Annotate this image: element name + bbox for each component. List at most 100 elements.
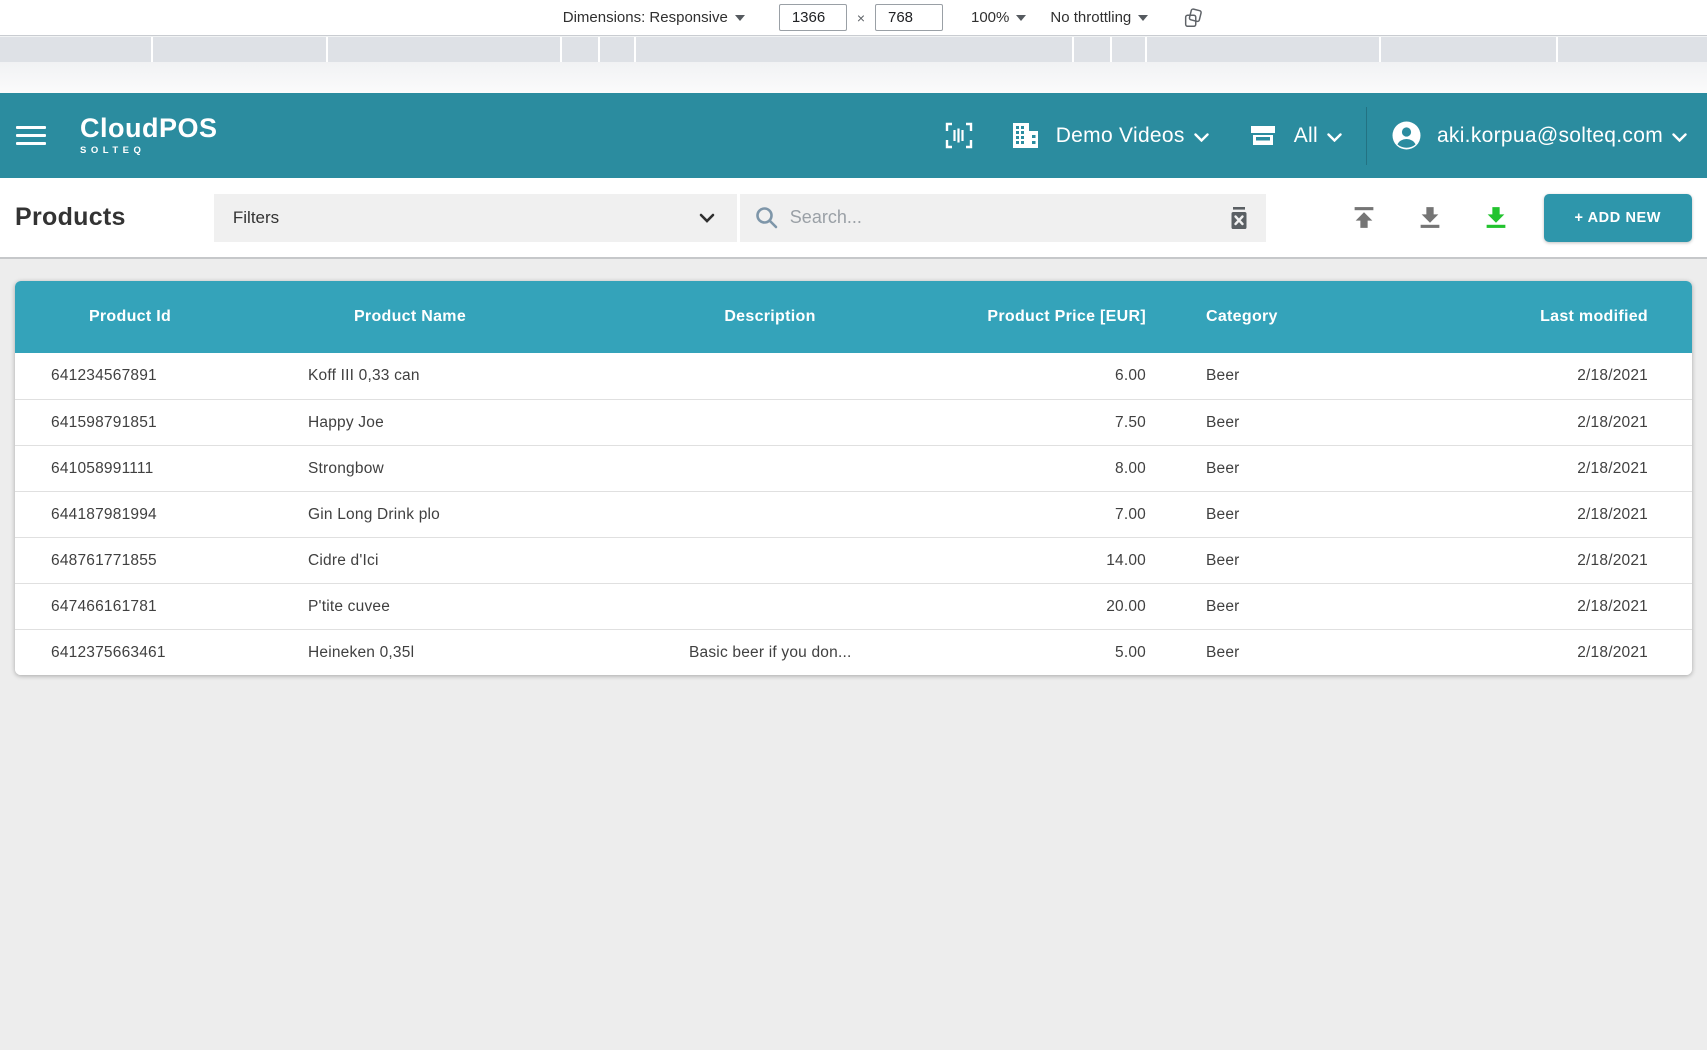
- viewport-width-input[interactable]: [779, 4, 847, 31]
- cell-price: 7.50: [965, 414, 1165, 432]
- cell-product-id: 648761771855: [15, 552, 245, 570]
- cell-product-name: Koff III 0,33 can: [245, 367, 575, 385]
- cell-last-modified: 2/18/2021: [1335, 506, 1692, 524]
- dimensions-label: Dimensions: Responsive: [563, 9, 728, 26]
- table-row[interactable]: 641234567891Koff III 0,33 can 6.00Beer2/1…: [15, 353, 1692, 399]
- user-account-dropdown[interactable]: aki.korpua@solteq.com: [1437, 124, 1687, 148]
- column-header-description[interactable]: Description: [575, 308, 965, 326]
- cell-product-id: 647466161781: [15, 598, 245, 616]
- cell-product-id: 641598791851: [15, 414, 245, 432]
- search-box: [740, 194, 1266, 242]
- cell-category: Beer: [1165, 414, 1335, 432]
- cell-last-modified: 2/18/2021: [1335, 598, 1692, 616]
- table-row[interactable]: 641598791851Happy Joe 7.50Beer2/18/2021: [15, 399, 1692, 445]
- cell-last-modified: 2/18/2021: [1335, 552, 1692, 570]
- table-row[interactable]: 6412375663461Heineken 0,35lBasic beer if…: [15, 629, 1692, 675]
- store-group-label: Demo Videos: [1056, 124, 1185, 148]
- storefront-icon[interactable]: [1249, 123, 1277, 148]
- header-divider: [1366, 107, 1367, 165]
- table-row[interactable]: 647466161781P'tite cuvee 20.00Beer2/18/20…: [15, 583, 1692, 629]
- column-header-category[interactable]: Category: [1165, 308, 1335, 326]
- user-avatar-icon[interactable]: [1391, 120, 1422, 151]
- dimensions-dropdown[interactable]: Dimensions: Responsive: [563, 9, 745, 26]
- cell-category: Beer: [1165, 644, 1335, 662]
- throttling-label: No throttling: [1050, 9, 1131, 26]
- chevron-down-icon: [699, 213, 715, 223]
- store-filter-dropdown[interactable]: All: [1294, 124, 1342, 148]
- chevron-down-icon: [1194, 133, 1209, 142]
- zoom-label: 100%: [971, 9, 1009, 26]
- cell-category: Beer: [1165, 552, 1335, 570]
- barcode-scanner-icon[interactable]: [944, 122, 974, 149]
- rotate-viewport-icon[interactable]: [1182, 7, 1204, 29]
- cell-product-id: 641234567891: [15, 367, 245, 385]
- filters-dropdown[interactable]: Filters: [214, 194, 737, 242]
- import-upload-icon[interactable]: [1351, 205, 1377, 230]
- caret-down-icon: [1016, 15, 1026, 21]
- cell-product-name: Cidre d'Ici: [245, 552, 575, 570]
- cell-product-name: Strongbow: [245, 460, 575, 478]
- cell-product-id: 644187981994: [15, 506, 245, 524]
- column-header-product-name[interactable]: Product Name: [245, 308, 575, 326]
- content-area: Product Id Product Name Description Prod…: [0, 259, 1707, 1050]
- brand-subtitle: SOLTEQ: [80, 146, 218, 156]
- devtools-ruler-strip: [0, 36, 1707, 62]
- table-body: 641234567891Koff III 0,33 can6.00Beer2/1…: [15, 353, 1692, 675]
- viewport-height-input[interactable]: [875, 4, 943, 31]
- column-header-price[interactable]: Product Price [EUR]: [965, 308, 1165, 326]
- user-email: aki.korpua@solteq.com: [1437, 124, 1663, 148]
- brand-logo: CloudPOS SOLTEQ: [80, 115, 218, 156]
- cell-category: Beer: [1165, 460, 1335, 478]
- page-title: Products: [15, 203, 214, 232]
- chevron-down-icon: [1672, 133, 1687, 142]
- cell-price: 6.00: [965, 367, 1165, 385]
- search-icon: [754, 205, 779, 230]
- cell-last-modified: 2/18/2021: [1335, 414, 1692, 432]
- column-header-last-modified[interactable]: Last modified: [1335, 308, 1692, 326]
- cell-description: Basic beer if you don...: [575, 644, 965, 662]
- cell-product-name: Gin Long Drink plo: [245, 506, 575, 524]
- store-filter-label: All: [1294, 124, 1318, 148]
- cell-category: Beer: [1165, 598, 1335, 616]
- add-new-button[interactable]: + ADD NEW: [1544, 194, 1692, 242]
- products-table: Product Id Product Name Description Prod…: [15, 281, 1692, 675]
- cell-last-modified: 2/18/2021: [1335, 644, 1692, 662]
- chevron-down-icon: [1327, 133, 1342, 142]
- cell-product-name: Heineken 0,35l: [245, 644, 575, 662]
- table-row[interactable]: 644187981994Gin Long Drink plo 7.00Beer2/…: [15, 491, 1692, 537]
- cell-price: 14.00: [965, 552, 1165, 570]
- export-download-icon[interactable]: [1417, 205, 1443, 230]
- cell-product-name: Happy Joe: [245, 414, 575, 432]
- products-toolbar: Products Filters: [0, 178, 1707, 259]
- caret-down-icon: [1138, 15, 1148, 21]
- cell-last-modified: 2/18/2021: [1335, 460, 1692, 478]
- table-row[interactable]: 641058991111Strongbow 8.00Beer2/18/2021: [15, 445, 1692, 491]
- cell-price: 8.00: [965, 460, 1165, 478]
- download-template-icon[interactable]: [1483, 205, 1509, 230]
- column-header-product-id[interactable]: Product Id: [15, 308, 245, 326]
- devtools-toolbar: Dimensions: Responsive × 100% No throttl…: [0, 0, 1707, 36]
- app-header: CloudPOS SOLTEQ: [0, 93, 1707, 178]
- cell-product-id: 641058991111: [15, 460, 245, 478]
- zoom-dropdown[interactable]: 100%: [971, 9, 1026, 26]
- table-header-row: Product Id Product Name Description Prod…: [15, 281, 1692, 353]
- cell-price: 20.00: [965, 598, 1165, 616]
- dimensions-separator: ×: [857, 10, 865, 26]
- search-input[interactable]: [790, 207, 1217, 228]
- cell-category: Beer: [1165, 367, 1335, 385]
- cell-category: Beer: [1165, 506, 1335, 524]
- brand-title: CloudPOS: [80, 115, 218, 142]
- viewport-top-gap: [0, 62, 1707, 93]
- throttling-dropdown[interactable]: No throttling: [1050, 9, 1148, 26]
- table-row[interactable]: 648761771855Cidre d'Ici 14.00Beer2/18/202…: [15, 537, 1692, 583]
- company-building-icon[interactable]: [1010, 121, 1040, 150]
- store-group-dropdown[interactable]: Demo Videos: [1056, 124, 1209, 148]
- cell-product-id: 6412375663461: [15, 644, 245, 662]
- clear-search-icon[interactable]: [1228, 206, 1250, 230]
- cell-price: 7.00: [965, 506, 1165, 524]
- cell-product-name: P'tite cuvee: [245, 598, 575, 616]
- cell-price: 5.00: [965, 644, 1165, 662]
- cell-last-modified: 2/18/2021: [1335, 367, 1692, 385]
- filters-label: Filters: [233, 208, 699, 228]
- menu-hamburger-icon[interactable]: [16, 126, 46, 145]
